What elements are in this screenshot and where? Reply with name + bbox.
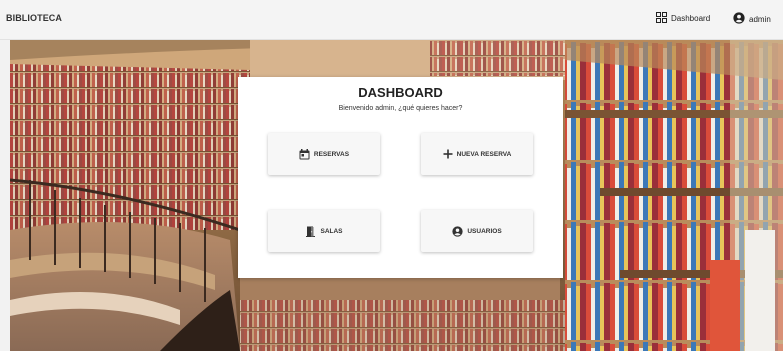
salas-label: SALAS	[320, 227, 343, 235]
usuarios-button[interactable]: USUARIOS	[421, 210, 533, 252]
reservas-button[interactable]: RESERVAS	[268, 133, 380, 175]
salas-button[interactable]: SALAS	[268, 210, 380, 252]
app-brand[interactable]: BIBLIOTECA	[6, 13, 62, 23]
reservas-label: RESERVAS	[313, 150, 350, 158]
nav-dashboard-label: Dashboard	[671, 14, 711, 23]
dashboard-grid-icon	[656, 12, 667, 25]
account-circle-icon	[452, 225, 463, 237]
nueva-reserva-label: NUEVA RESERVA	[456, 150, 512, 158]
calendar-icon	[299, 148, 310, 160]
nav-user-label: admin	[749, 14, 771, 24]
nav-user-menu[interactable]: admin	[733, 12, 771, 26]
usuarios-label: USUARIOS	[467, 227, 502, 235]
plus-icon	[443, 149, 453, 159]
top-app-bar: BIBLIOTECA Dashboard admin	[0, 0, 783, 40]
welcome-message: Bienvenido admin, ¿qué quieres hacer?	[338, 105, 463, 112]
nav-dashboard-link[interactable]: Dashboard	[656, 12, 710, 25]
dashboard-card: DASHBOARD Bienvenido admin, ¿qué quieres…	[238, 77, 563, 278]
account-circle-icon	[733, 12, 745, 26]
nueva-reserva-button[interactable]: NUEVA RESERVA	[421, 133, 533, 175]
page-title: DASHBOARD	[358, 85, 443, 100]
door-icon	[305, 226, 316, 237]
